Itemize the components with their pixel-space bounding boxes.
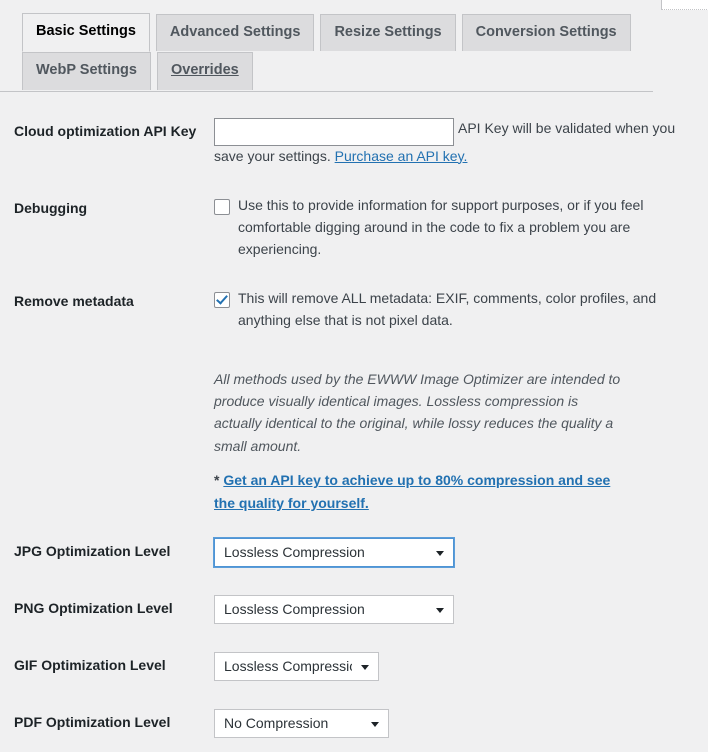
remove-metadata-checkbox-line: This will remove ALL metadata: EXIF, com… <box>214 288 698 331</box>
compression-note-italic: All methods used by the EWWW Image Optim… <box>214 370 621 454</box>
png-level-select[interactable]: Lossless Compression <box>214 595 454 625</box>
remove-metadata-checkbox[interactable] <box>214 292 230 309</box>
tab-bottom-divider <box>0 91 653 92</box>
cell-debugging: Use this to provide information for supp… <box>214 181 708 274</box>
label-gif-level: GIF Optimization Level <box>14 657 166 674</box>
tab-advanced-settings[interactable]: Advanced Settings <box>155 14 315 52</box>
cell-jpg-level: Lossless Compression <box>214 524 708 581</box>
tab-overrides[interactable]: Overrides <box>156 52 253 90</box>
tab-webp-settings[interactable]: WebP Settings <box>22 52 151 90</box>
row-compression-notes: All methods used by the EWWW Image Optim… <box>0 346 708 524</box>
label-debugging: Debugging <box>14 200 88 217</box>
api-key-input[interactable] <box>214 117 454 146</box>
debugging-description: Use this to provide information for supp… <box>238 197 644 257</box>
cell-gif-level: Lossless Compression <box>214 638 708 695</box>
cell-api-key: API Key will be validated when you save … <box>214 104 708 182</box>
tab-resize-settings[interactable]: Resize Settings <box>320 14 456 52</box>
cell-compression-notes: All methods used by the EWWW Image Optim… <box>214 346 708 524</box>
label-png-level: PNG Optimization Level <box>14 600 173 617</box>
label-jpg-level: JPG Optimization Level <box>14 543 171 560</box>
tab-row-primary: Basic Settings Advanced Settings Resize … <box>22 13 708 53</box>
settings-tab-bar: Basic Settings Advanced Settings Resize … <box>0 0 708 92</box>
tab-basic-settings[interactable]: Basic Settings <box>22 13 150 53</box>
debugging-checkbox[interactable] <box>214 199 230 216</box>
cell-remove-metadata: This will remove ALL metadata: EXIF, com… <box>214 274 708 345</box>
note-star-prefix: * <box>214 472 224 489</box>
row-png-level: PNG Optimization Level Lossless Compress… <box>0 581 708 638</box>
debugging-checkbox-line: Use this to provide information for supp… <box>214 195 698 260</box>
remove-metadata-description: This will remove ALL metadata: EXIF, com… <box>238 290 657 328</box>
compression-note-star: * Get an API key to achieve up to 80% co… <box>214 469 628 514</box>
label-notes-empty <box>0 346 214 524</box>
label-remove-metadata: Remove metadata <box>14 293 134 310</box>
jpg-level-select[interactable]: Lossless Compression <box>214 538 454 568</box>
row-debugging: Debugging Use this to provide informatio… <box>0 181 708 274</box>
png-level-select-wrap: Lossless Compression <box>214 595 454 625</box>
cell-png-level: Lossless Compression <box>214 581 708 638</box>
row-gif-level: GIF Optimization Level Lossless Compress… <box>0 638 708 695</box>
row-remove-metadata: Remove metadata This will remove ALL met… <box>0 274 708 345</box>
row-api-key: Cloud optimization API Key API Key will … <box>0 104 708 182</box>
get-api-key-link[interactable]: Get an API key to achieve up to 80% comp… <box>214 472 610 510</box>
settings-form-table: Cloud optimization API Key API Key will … <box>0 104 708 752</box>
gif-level-select-wrap: Lossless Compression <box>214 652 379 682</box>
tab-conversion-settings[interactable]: Conversion Settings <box>461 14 631 52</box>
jpg-level-select-wrap: Lossless Compression <box>214 538 454 568</box>
row-jpg-level: JPG Optimization Level Lossless Compress… <box>0 524 708 581</box>
gif-level-select[interactable]: Lossless Compression <box>214 652 379 682</box>
label-api-key: Cloud optimization API Key <box>14 122 197 139</box>
tab-row-secondary: WebP Settings Overrides <box>22 52 708 90</box>
purchase-api-key-link[interactable]: Purchase an API key. <box>335 148 468 164</box>
